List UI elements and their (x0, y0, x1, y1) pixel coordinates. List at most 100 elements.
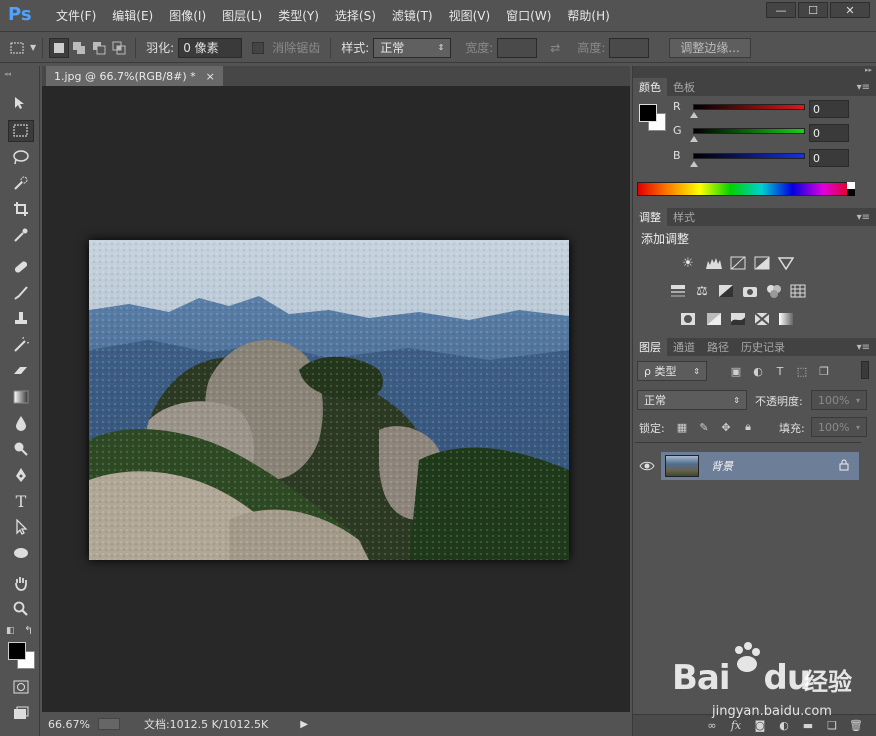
intersect-selection-icon[interactable] (109, 38, 129, 58)
ellipse-tool-icon[interactable] (8, 542, 34, 564)
red-slider-thumb[interactable] (690, 112, 698, 118)
tab-close-icon[interactable]: × (206, 70, 215, 83)
path-selection-tool-icon[interactable] (8, 516, 34, 538)
swap-dimensions-icon[interactable]: ⇄ (545, 38, 565, 58)
foreground-color-swatch[interactable] (639, 104, 657, 122)
default-colors-icon[interactable]: ◧ (6, 626, 15, 636)
refine-edge-button[interactable]: 调整边缘... (669, 37, 751, 58)
lasso-tool-icon[interactable] (8, 146, 34, 168)
eyedropper-tool-icon[interactable] (8, 224, 34, 246)
screen-mode-icon[interactable] (8, 702, 34, 724)
gradient-tool-icon[interactable] (8, 386, 34, 408)
blur-tool-icon[interactable] (8, 412, 34, 434)
filter-adjustment-icon[interactable]: ◐ (751, 364, 765, 378)
tab-swatches[interactable]: 色板 (667, 78, 701, 96)
history-brush-tool-icon[interactable] (8, 334, 34, 356)
color-spectrum-bar[interactable] (637, 182, 855, 196)
black-swatch[interactable] (847, 189, 855, 196)
status-menu-arrow-icon[interactable]: ▶ (300, 719, 308, 730)
layer-visibility-eye-icon[interactable] (639, 460, 655, 472)
close-button[interactable]: ✕ (830, 2, 870, 18)
tab-channels[interactable]: 通道 (667, 338, 701, 356)
height-input[interactable] (609, 37, 650, 58)
levels-icon[interactable] (705, 254, 723, 272)
menu-help[interactable]: 帮助(H) (559, 7, 617, 24)
blue-slider-thumb[interactable] (690, 161, 698, 167)
tab-layers[interactable]: 图层 (633, 338, 667, 356)
menu-edit[interactable]: 编辑(E) (104, 7, 161, 24)
marquee-tool-preset-icon[interactable] (8, 38, 28, 58)
menu-type[interactable]: 类型(Y) (270, 7, 327, 24)
brightness-contrast-icon[interactable]: ☀ (679, 254, 697, 272)
healing-brush-tool-icon[interactable] (8, 256, 34, 278)
lock-image-pixels-icon[interactable]: ✎ (697, 420, 711, 434)
preset-dropdown-icon[interactable]: ▼ (30, 43, 36, 52)
blue-value-input[interactable]: 0 (809, 149, 849, 167)
color-lookup-icon[interactable] (789, 282, 807, 300)
antialias-checkbox[interactable] (252, 41, 265, 54)
menu-window[interactable]: 窗口(W) (498, 7, 559, 24)
add-to-selection-icon[interactable] (69, 38, 89, 58)
type-tool-icon[interactable]: T (8, 490, 34, 512)
gradient-map-icon[interactable] (777, 310, 795, 328)
new-selection-icon[interactable] (49, 37, 70, 58)
minimize-button[interactable]: — (766, 2, 796, 18)
filter-pixel-icon[interactable]: ▣ (729, 364, 743, 378)
panel-menu-icon[interactable]: ▾≡ (857, 208, 876, 226)
tab-adjustments[interactable]: 调整 (633, 208, 667, 226)
exposure-icon[interactable] (753, 254, 771, 272)
curves-icon[interactable] (729, 254, 747, 272)
panel-menu-icon[interactable]: ▾≡ (857, 338, 876, 356)
layer-name[interactable]: 背景 (711, 458, 733, 474)
pen-tool-icon[interactable] (8, 464, 34, 486)
green-slider-track[interactable] (693, 128, 805, 134)
zoom-level[interactable]: 66.67% (48, 718, 90, 731)
feather-input[interactable]: 0 像素 (178, 37, 243, 58)
lock-all-icon[interactable]: 🔒︎ (741, 420, 755, 434)
menu-filter[interactable]: 滤镜(T) (384, 7, 441, 24)
channel-mixer-icon[interactable] (765, 282, 783, 300)
red-value-input[interactable]: 0 (809, 100, 849, 118)
move-tool-icon[interactable] (8, 92, 34, 114)
white-swatch[interactable] (847, 182, 855, 189)
fill-input[interactable]: 100% ▾ (811, 417, 867, 437)
tab-color[interactable]: 颜色 (633, 78, 667, 96)
lock-position-icon[interactable]: ✥ (719, 420, 733, 434)
invert-icon[interactable] (679, 310, 697, 328)
style-select[interactable]: 正常 ⇕ (373, 37, 452, 58)
green-value-input[interactable]: 0 (809, 124, 849, 142)
color-balance-icon[interactable]: ⚖ (693, 282, 711, 300)
blue-slider-track[interactable] (693, 153, 805, 159)
tab-paths[interactable]: 路径 (701, 338, 735, 356)
clone-stamp-tool-icon[interactable] (8, 308, 34, 330)
menu-file[interactable]: 文件(F) (48, 7, 104, 24)
black-white-icon[interactable] (717, 282, 735, 300)
hand-tool-icon[interactable] (8, 572, 34, 594)
menu-select[interactable]: 选择(S) (327, 7, 384, 24)
menu-view[interactable]: 视图(V) (441, 7, 499, 24)
quick-selection-tool-icon[interactable] (8, 172, 34, 194)
opacity-input[interactable]: 100% ▾ (811, 390, 867, 410)
rectangular-marquee-tool-icon[interactable] (8, 120, 34, 142)
width-input[interactable] (497, 37, 538, 58)
layer-row[interactable]: 背景 (661, 452, 859, 480)
maximize-button[interactable]: ☐ (798, 2, 828, 18)
vibrance-icon[interactable] (777, 254, 795, 272)
subtract-selection-icon[interactable] (89, 38, 109, 58)
eraser-tool-icon[interactable] (8, 360, 34, 382)
panel-menu-icon[interactable]: ▾≡ (857, 78, 876, 96)
red-slider-track[interactable] (693, 104, 805, 110)
blend-mode-select[interactable]: 正常 ⇕ (637, 390, 747, 410)
quick-mask-icon[interactable] (8, 676, 34, 698)
filter-smart-object-icon[interactable]: ❐ (817, 364, 831, 378)
crop-tool-icon[interactable] (8, 198, 34, 220)
layer-filter-select[interactable]: ρ 类型 ⇕ (637, 361, 707, 381)
document-tab[interactable]: 1.jpg @ 66.7%(RGB/8#) * × (46, 66, 223, 86)
lock-transparent-pixels-icon[interactable]: ▦ (675, 420, 689, 434)
filter-shape-icon[interactable]: ⬚ (795, 364, 809, 378)
green-slider-thumb[interactable] (690, 136, 698, 142)
collapse-arrows-icon[interactable]: ◂◂ (4, 70, 11, 78)
zoom-preview-icon[interactable] (97, 718, 120, 730)
hue-saturation-icon[interactable] (669, 282, 687, 300)
zoom-tool-icon[interactable] (8, 598, 34, 620)
